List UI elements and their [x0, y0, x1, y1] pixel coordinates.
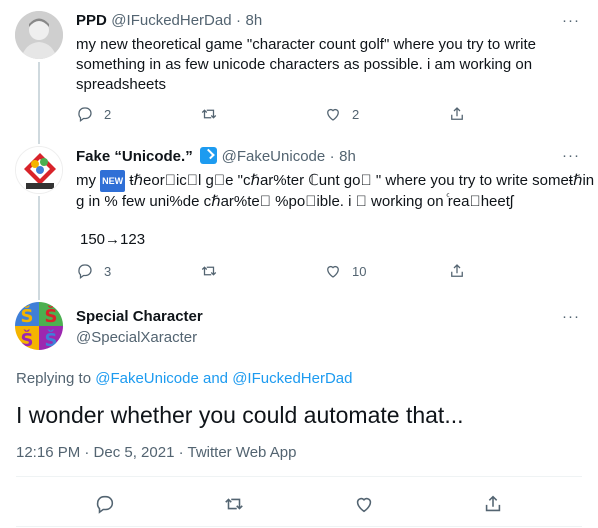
separator-dot: ·	[236, 12, 242, 29]
character-count: 150→123	[80, 231, 146, 248]
avatar[interactable]	[15, 146, 63, 194]
retweet-icon	[225, 498, 244, 510]
tweet-text-line: g in % few uni%de cℏar%te⸃ %po⃞ible. i ⃞…	[76, 193, 514, 210]
tweet-text: my new theoretical game "character count…	[76, 36, 537, 93]
reply-button[interactable]: 2	[76, 105, 200, 123]
avatar-glyph: Š	[45, 329, 58, 350]
reply-icon	[96, 495, 113, 514]
replying-to: Replying to @FakeUnicode and @IFuckedHer…	[16, 370, 352, 387]
retweet-button[interactable]	[200, 262, 324, 280]
like-button[interactable]	[353, 493, 375, 520]
more-options-button[interactable]: ···	[562, 147, 580, 164]
focused-tweet-text: I wonder whether you could automate that…	[16, 402, 464, 428]
retweet-button[interactable]	[200, 105, 324, 123]
timestamp[interactable]: 8h	[245, 12, 262, 29]
timestamp[interactable]: 8h	[339, 148, 356, 165]
share-button[interactable]	[482, 493, 504, 520]
author-handle[interactable]: @IFuckedHerDad	[111, 12, 231, 29]
reply-count: 3	[104, 263, 112, 279]
more-options-button[interactable]: ···	[562, 308, 580, 325]
retweet-icon	[201, 266, 217, 276]
replying-to-and: and	[198, 370, 233, 387]
reply-icon	[78, 107, 92, 123]
share-button[interactable]	[448, 262, 572, 280]
thread-line	[38, 62, 40, 144]
avatar-photo	[15, 11, 63, 59]
thread-line	[38, 196, 40, 300]
share-icon	[451, 264, 463, 277]
author-name[interactable]: PPD	[76, 12, 107, 29]
retweet-icon	[201, 109, 217, 119]
avatar-glyph: Š	[21, 329, 34, 350]
share-button[interactable]	[448, 105, 572, 123]
tweet-text-part: my	[76, 172, 101, 189]
replying-to-prefix: Replying to	[16, 370, 96, 387]
avatar-special-character: Š Š Š Š	[15, 302, 63, 350]
heart-icon	[327, 108, 339, 121]
reply-count: 2	[104, 106, 112, 122]
focused-tweet-actions	[0, 493, 598, 520]
reply-icon	[78, 264, 92, 280]
tweet-metadata: 12:16 PM · Dec 5, 2021 · Twitter Web App	[16, 444, 297, 461]
avatar-unicode-logo	[16, 147, 62, 193]
avatar-glyph: Š	[45, 305, 58, 327]
share-icon	[451, 107, 463, 120]
divider	[16, 526, 582, 527]
heart-icon	[356, 497, 371, 513]
reply-button[interactable]	[94, 493, 116, 520]
tweet-actions: 3 10	[76, 262, 572, 280]
like-button[interactable]: 10	[324, 262, 448, 280]
tweet-text: my NEW ŧℏeor⃞icⓐl g⃞e "cℏar%ter ℂunt go⸃…	[76, 170, 594, 212]
avatar-glyph: Š	[21, 305, 34, 327]
author-name[interactable]: Special Character	[76, 308, 203, 325]
retweet-button[interactable]	[223, 493, 245, 520]
verified-badge-icon	[200, 147, 218, 164]
tweet-text-part: ŧℏeor⃞icⓐl g⃞e "cℏar%ter ℂunt go⸃ " wher…	[125, 172, 595, 189]
author-handle[interactable]: @FakeUnicode	[222, 148, 326, 165]
author-handle[interactable]: @SpecialXaracter	[76, 329, 197, 346]
like-count: 10	[352, 263, 367, 279]
like-button[interactable]: 2	[324, 105, 448, 123]
reply-button[interactable]: 3	[76, 262, 200, 280]
avatar[interactable]: Š Š Š Š	[15, 302, 63, 350]
heart-icon	[327, 265, 339, 278]
mention-link[interactable]: @IFuckedHerDad	[232, 370, 352, 387]
avatar[interactable]	[15, 11, 63, 59]
divider	[16, 476, 582, 477]
tweet-actions: 2 2	[76, 105, 572, 123]
new-badge-icon: NEW	[100, 170, 126, 192]
share-icon	[486, 495, 501, 512]
author-name[interactable]: Fake “Unicode.”	[76, 148, 193, 165]
mention-link[interactable]: @FakeUnicode	[95, 370, 199, 387]
separator-dot: ·	[329, 148, 335, 165]
like-count: 2	[352, 106, 360, 122]
more-options-button[interactable]: ···	[562, 12, 580, 29]
